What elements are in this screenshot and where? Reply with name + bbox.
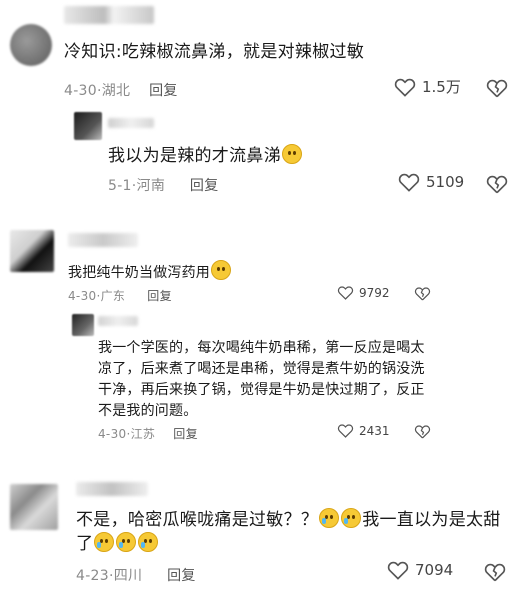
tears-of-joy-emoji [282,144,302,164]
avatar[interactable] [10,230,54,272]
avatar[interactable] [72,314,94,336]
reply-location: 河南 [136,178,166,194]
reply-button[interactable]: 回复 [190,178,219,194]
username-redacted[interactable] [98,316,138,326]
heart-outline-icon [387,561,409,580]
reply-button[interactable]: 回复 [167,568,196,584]
crying-emoji [138,532,159,552]
heart-outline-icon [337,286,354,300]
broken-heart-outline-icon[interactable] [484,562,506,582]
comment-meta: 4-30·广东 回复 [68,289,172,303]
username-redacted[interactable] [76,482,148,496]
avatar[interactable] [74,112,102,140]
comment-location: 广东 [100,289,126,303]
like-button[interactable]: 5109 [398,172,464,192]
heart-outline-icon [337,424,354,438]
like-button[interactable]: 7094 [387,560,453,580]
reply-date: 5-1 [108,178,132,194]
reply-date: 4-30 [98,427,127,441]
reply-button[interactable]: 回复 [173,427,198,441]
crying-emoji [341,508,362,528]
like-count: 1.5万 [422,78,461,96]
comment-text: 不是，哈密瓜喉咙痛是过敏？？ 我一直以为是太甜了 [76,508,501,554]
like-count: 2431 [359,423,390,438]
blush-emoji [211,260,231,280]
comment-date: 4-30 [68,289,97,303]
username-redacted[interactable] [108,118,154,128]
comment-date: 4-30 [64,83,97,99]
broken-heart-outline-icon[interactable] [414,424,431,439]
crying-emoji [319,508,340,528]
comment-location: 四川 [113,568,143,584]
like-count: 9792 [359,285,390,300]
reply-button[interactable]: 回复 [147,289,172,303]
like-count: 7094 [415,561,454,579]
broken-heart-outline-icon[interactable] [486,174,508,194]
username-redacted[interactable] [64,6,154,24]
comment-location: 湖北 [101,83,131,99]
avatar[interactable] [10,24,52,66]
comment-text: 我把纯牛奶当做泻药用 [68,260,232,284]
like-button[interactable]: 1.5万 [394,76,461,97]
reply-meta: 5-1·河南 回复 [108,178,219,194]
avatar[interactable] [10,484,58,530]
comment-meta: 4-30·湖北 回复 [64,83,178,99]
reply-meta: 4-30·江苏 回复 [98,427,198,441]
reply-text: 我以为是辣的才流鼻涕 [108,144,303,168]
reply-text: 我一个学医的，每次喝纯牛奶串稀，第一反应是喝太凉了，后来煮了喝还是串稀，觉得是煮… [98,340,425,419]
like-count: 5109 [426,173,465,191]
reply-button[interactable]: 回复 [149,83,178,99]
broken-heart-outline-icon[interactable] [486,78,508,98]
broken-heart-outline-icon[interactable] [414,286,431,301]
heart-outline-icon [398,173,420,192]
heart-outline-icon [394,78,416,97]
comment-date: 4-23 [76,568,109,584]
crying-emoji [116,532,137,552]
username-redacted[interactable] [68,233,138,247]
like-button[interactable]: 9792 [337,285,390,300]
comment-meta: 4-23·四川 回复 [76,568,196,584]
crying-emoji [94,532,115,552]
comment-text: 冷知识:吃辣椒流鼻涕，就是对辣椒过敏 [64,42,365,62]
reply-location: 江苏 [130,427,156,441]
like-button[interactable]: 2431 [337,423,390,438]
